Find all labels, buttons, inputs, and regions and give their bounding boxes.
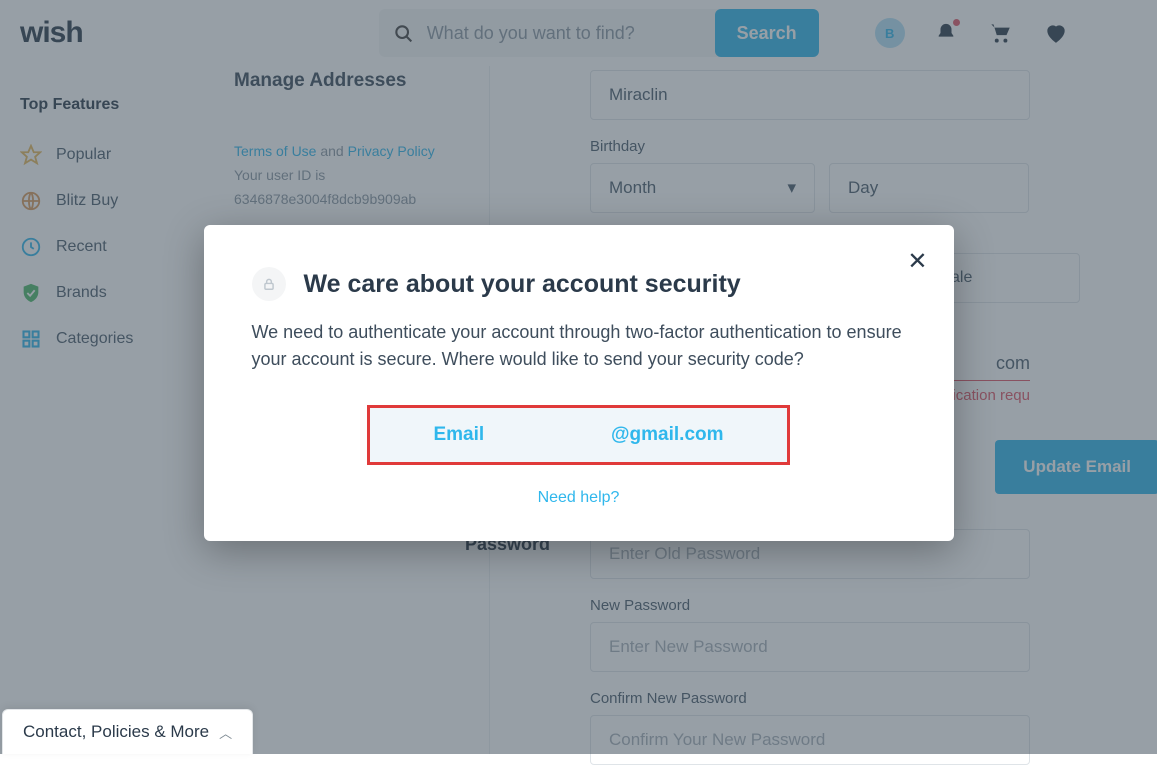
need-help-link[interactable]: Need help?	[252, 489, 906, 507]
footer-chip[interactable]: Contact, Policies & More ︿	[2, 709, 253, 754]
modal-overlay[interactable]: ✕ We care about your account security We…	[0, 0, 1157, 754]
security-modal: ✕ We care about your account security We…	[204, 225, 954, 541]
email-option-value: @gmail.com	[611, 424, 724, 446]
modal-body: We need to authenticate your account thr…	[252, 319, 906, 373]
email-option-label: Email	[433, 424, 484, 446]
lock-icon	[252, 267, 286, 301]
chevron-up-icon: ︿	[219, 723, 232, 742]
modal-title: We care about your account security	[304, 270, 741, 299]
footer-chip-label: Contact, Policies & More	[23, 722, 209, 742]
close-icon[interactable]: ✕	[907, 247, 927, 276]
email-option-button[interactable]: Email @gmail.com	[367, 405, 790, 465]
